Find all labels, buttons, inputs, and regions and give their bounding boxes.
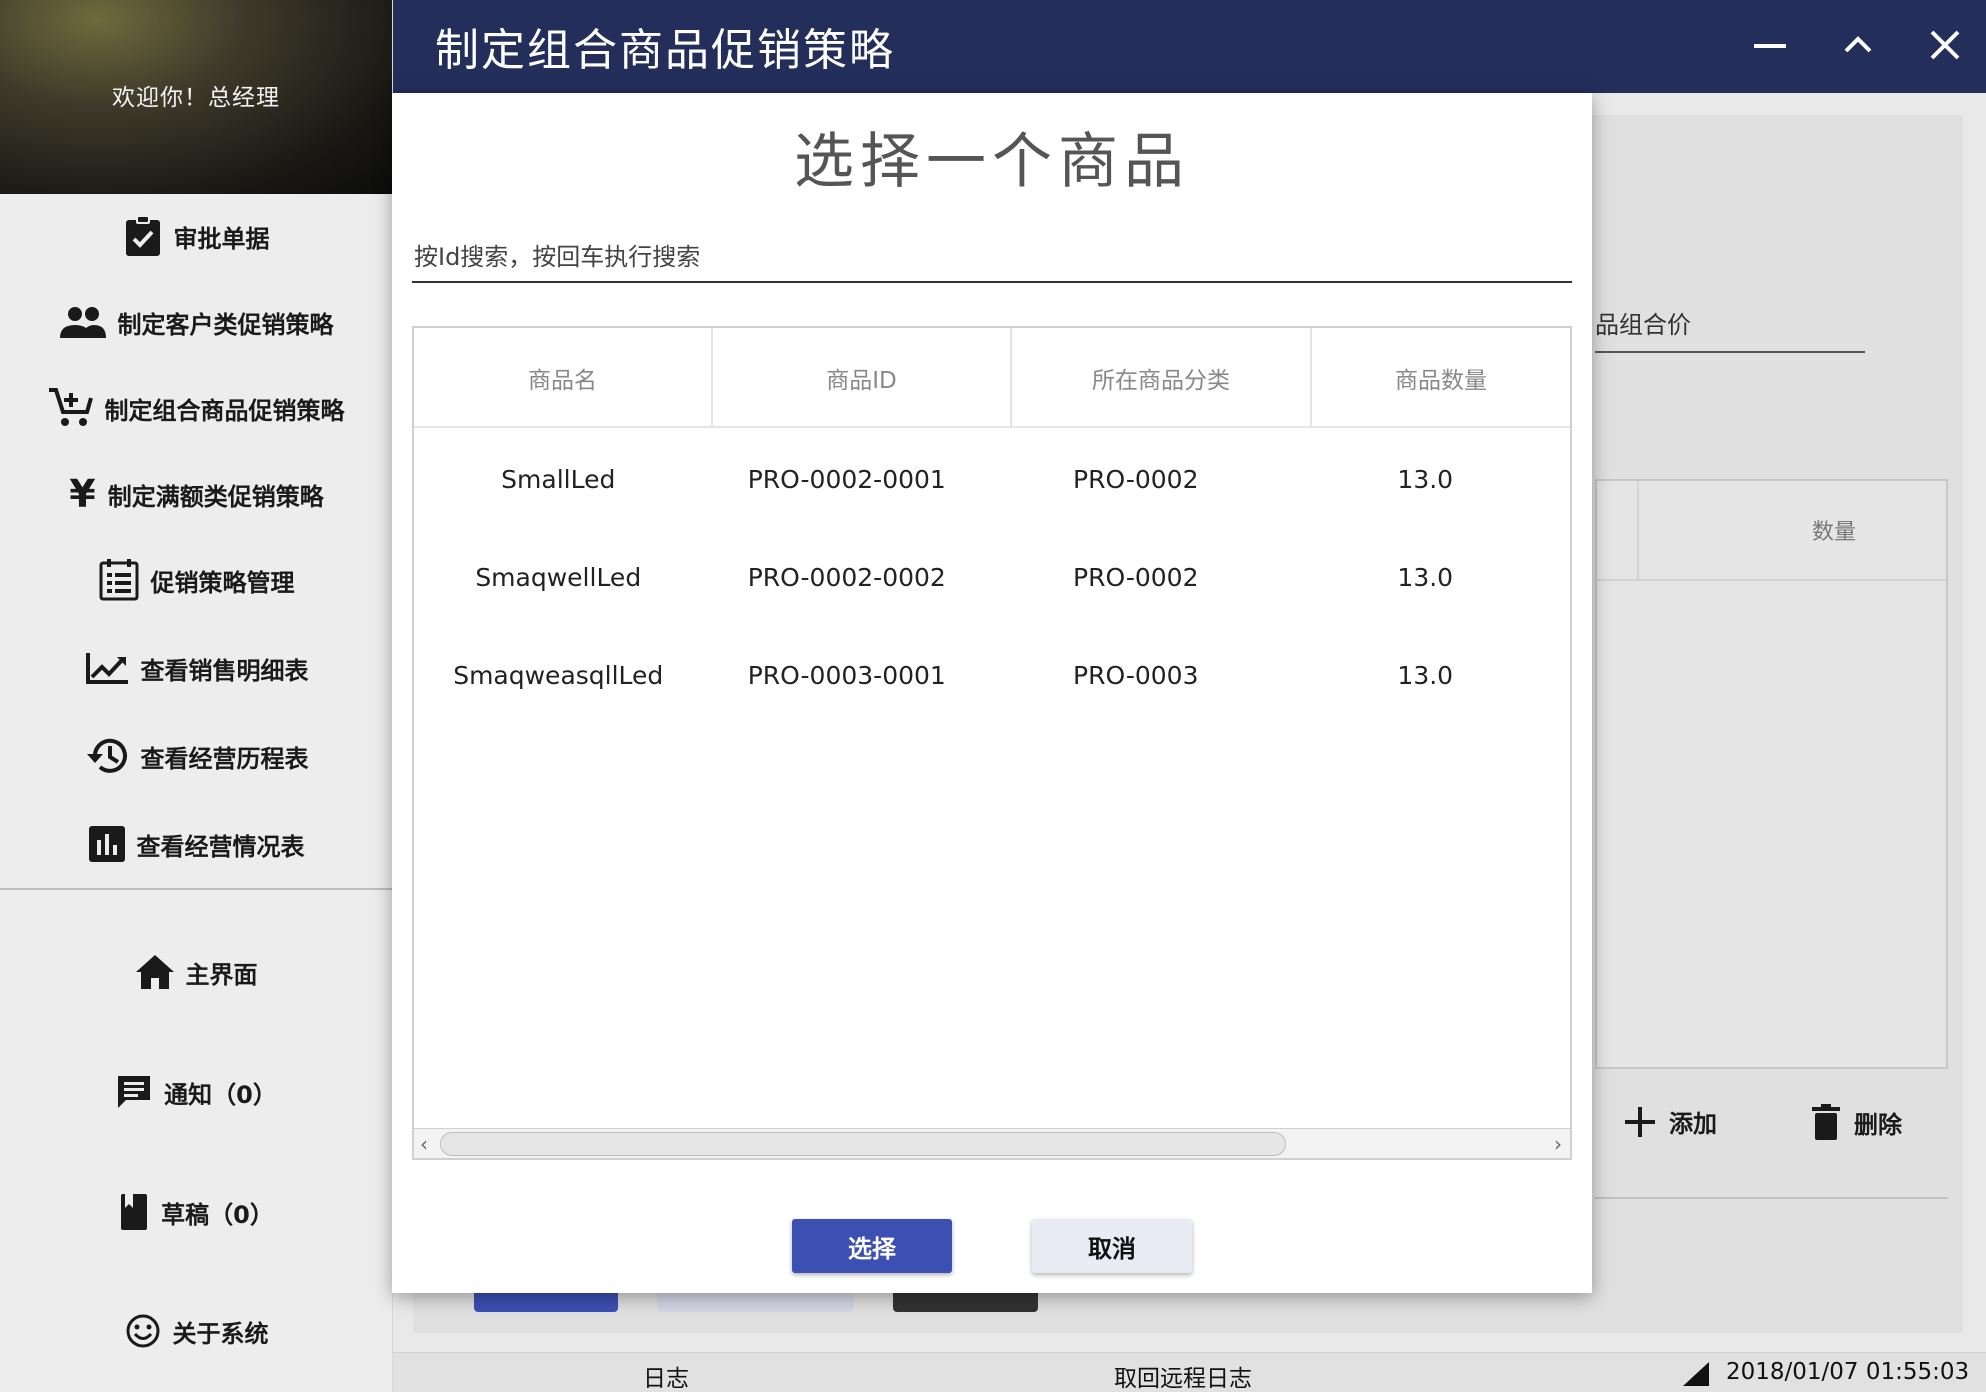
table-row[interactable]: SmallLed PRO-0002-0001 PRO-0002 13.0 bbox=[414, 430, 1570, 528]
nav-item-sales-detail[interactable]: 查看销售明细表 bbox=[0, 645, 393, 691]
nav-item-operation-status[interactable]: 查看经营情况表 bbox=[0, 821, 393, 867]
search-input[interactable] bbox=[412, 233, 1572, 283]
message-icon bbox=[118, 1076, 151, 1108]
trending-up-icon bbox=[85, 653, 128, 684]
people-icon bbox=[59, 307, 106, 338]
nav-item-label: 制定客户类促销策略 bbox=[117, 310, 334, 339]
nav-item-label: 草稿（0） bbox=[161, 1200, 274, 1229]
nav-item-label: 制定组合商品促销策略 bbox=[104, 396, 345, 425]
chevron-right-icon[interactable]: › bbox=[1554, 1132, 1562, 1156]
history-icon bbox=[86, 738, 127, 773]
nav-item-about[interactable]: 关于系统 bbox=[0, 1308, 393, 1354]
status-datetime: 2018/01/07 01:55:03 bbox=[1726, 1359, 1970, 1385]
add-label: 添加 bbox=[1669, 1110, 1717, 1138]
scrollbar-thumb[interactable] bbox=[440, 1132, 1286, 1156]
status-bar: 日志 取回远程日志 2018/01/07 01:55:03 bbox=[393, 1352, 1986, 1392]
maximize-button[interactable] bbox=[1833, 20, 1883, 70]
window-title: 制定组合商品促销策略 bbox=[435, 25, 895, 76]
list-board-icon bbox=[99, 559, 138, 601]
table-row[interactable]: SmaqweasqllLed PRO-0003-0001 PRO-0003 13… bbox=[414, 626, 1570, 724]
bundle-items-table: 数量 bbox=[1595, 479, 1948, 1069]
close-button[interactable] bbox=[1920, 20, 1970, 70]
trash-icon bbox=[1812, 1104, 1840, 1140]
column-header-product-id[interactable]: 商品ID bbox=[713, 328, 1012, 428]
title-bar: 制定组合商品促销策略 bbox=[393, 0, 1986, 93]
cell-product-name: SmaqweasqllLed bbox=[453, 660, 664, 690]
yen-icon: ¥ bbox=[69, 472, 96, 516]
chevron-left-icon[interactable]: ‹ bbox=[420, 1132, 428, 1156]
maximize-icon bbox=[1844, 36, 1872, 53]
nav-item-bundle-promotion[interactable]: 制定组合商品促销策略 bbox=[0, 385, 393, 431]
nav-item-threshold-promotion[interactable]: ¥ 制定满额类促销策略 bbox=[0, 471, 393, 517]
nav-item-notifications[interactable]: 通知（0） bbox=[0, 1069, 393, 1115]
bar-chart-icon bbox=[88, 826, 125, 862]
nav-item-label: 主界面 bbox=[185, 960, 258, 989]
nav-item-label: 审批单据 bbox=[173, 224, 270, 253]
table-header: 数量 bbox=[1597, 481, 1946, 581]
nav-item-drafts[interactable]: 草稿（0） bbox=[0, 1189, 393, 1235]
sidebar-divider bbox=[0, 888, 393, 890]
dialog-title: 选择一个商品 bbox=[794, 127, 1190, 197]
log-link[interactable]: 日志 bbox=[643, 1359, 689, 1392]
plus-icon bbox=[1625, 1106, 1655, 1137]
cancel-button[interactable]: 取消 bbox=[1032, 1219, 1192, 1273]
delete-button[interactable]: 删除 bbox=[1812, 1104, 1902, 1140]
minimize-button[interactable] bbox=[1745, 20, 1795, 70]
column-header-category[interactable]: 所在商品分类 bbox=[1012, 328, 1312, 428]
cell-category: PRO-0002 bbox=[1073, 562, 1199, 592]
divider bbox=[1595, 1197, 1948, 1199]
sidebar: 欢迎你！总经理 审批单据 制定客户类促销策略 制定组合商品促销策略 ¥ 制定满额… bbox=[0, 0, 393, 1392]
cart-add-icon bbox=[48, 388, 93, 426]
table-header: 商品名 商品ID 所在商品分类 商品数量 bbox=[414, 328, 1570, 428]
nav-item-label: 通知（0） bbox=[164, 1080, 277, 1109]
column-header-quantity[interactable]: 商品数量 bbox=[1312, 328, 1570, 428]
cell-quantity: 13.0 bbox=[1397, 562, 1454, 592]
cell-category: PRO-0002 bbox=[1073, 464, 1199, 494]
cell-product-id: PRO-0002-0001 bbox=[747, 464, 946, 494]
nav-item-operation-history[interactable]: 查看经营历程表 bbox=[0, 733, 393, 779]
select-button[interactable]: 选择 bbox=[792, 1219, 952, 1273]
close-icon bbox=[1930, 30, 1960, 60]
home-icon bbox=[135, 955, 174, 989]
nav-item-label: 制定满额类促销策略 bbox=[107, 482, 324, 511]
cell-product-id: PRO-0003-0001 bbox=[747, 660, 946, 690]
book-icon bbox=[121, 1194, 148, 1230]
delete-label: 删除 bbox=[1854, 1110, 1902, 1139]
nav-item-label: 查看经营历程表 bbox=[140, 744, 309, 773]
clipboard-check-icon bbox=[125, 216, 160, 256]
add-button[interactable]: 添加 bbox=[1625, 1104, 1717, 1139]
bundle-price-field[interactable] bbox=[1595, 351, 1865, 353]
welcome-text: 欢迎你！总经理 bbox=[112, 85, 280, 111]
cell-quantity: 13.0 bbox=[1397, 660, 1454, 690]
cell-product-id: PRO-0002-0002 bbox=[747, 562, 946, 592]
cell-product-name: SmaqwellLed bbox=[475, 562, 642, 592]
column-header-product-name[interactable]: 商品名 bbox=[414, 328, 713, 428]
nav-item-approve-documents[interactable]: 审批单据 bbox=[0, 213, 393, 259]
bg-button-primary[interactable] bbox=[474, 1290, 618, 1312]
select-product-dialog: 选择一个商品 商品名 商品ID 所在商品分类 商品数量 SmallLed PRO… bbox=[392, 93, 1592, 1293]
bundle-price-label: 品组合价 bbox=[1595, 311, 1691, 339]
minimize-icon bbox=[1754, 44, 1786, 48]
nav-item-label: 查看经营情况表 bbox=[136, 832, 305, 861]
signal-icon bbox=[1683, 1362, 1709, 1386]
cell-quantity: 13.0 bbox=[1397, 464, 1454, 494]
bg-button-dark[interactable] bbox=[893, 1290, 1038, 1312]
nav-item-home[interactable]: 主界面 bbox=[0, 949, 393, 995]
column-header-quantity: 数量 bbox=[1812, 520, 1857, 545]
column-separator bbox=[1637, 481, 1639, 581]
nav-item-label: 关于系统 bbox=[172, 1319, 269, 1348]
remote-log-link[interactable]: 取回远程日志 bbox=[1114, 1359, 1252, 1392]
table-row[interactable]: SmaqwellLed PRO-0002-0002 PRO-0002 13.0 bbox=[414, 528, 1570, 626]
nav-item-promotion-management[interactable]: 促销策略管理 bbox=[0, 557, 393, 603]
smiley-icon bbox=[126, 1314, 159, 1348]
bg-button-secondary[interactable] bbox=[657, 1290, 854, 1312]
nav-item-label: 查看销售明细表 bbox=[140, 656, 309, 685]
sidebar-header: 欢迎你！总经理 bbox=[0, 0, 392, 194]
cell-product-name: SmallLed bbox=[501, 464, 616, 494]
horizontal-scrollbar[interactable]: ‹ › bbox=[414, 1128, 1570, 1158]
product-table: 商品名 商品ID 所在商品分类 商品数量 SmallLed PRO-0002-0… bbox=[412, 326, 1572, 1160]
nav-item-customer-promotion[interactable]: 制定客户类促销策略 bbox=[0, 299, 393, 345]
cell-category: PRO-0003 bbox=[1073, 660, 1199, 690]
nav-item-label: 促销策略管理 bbox=[150, 568, 295, 597]
